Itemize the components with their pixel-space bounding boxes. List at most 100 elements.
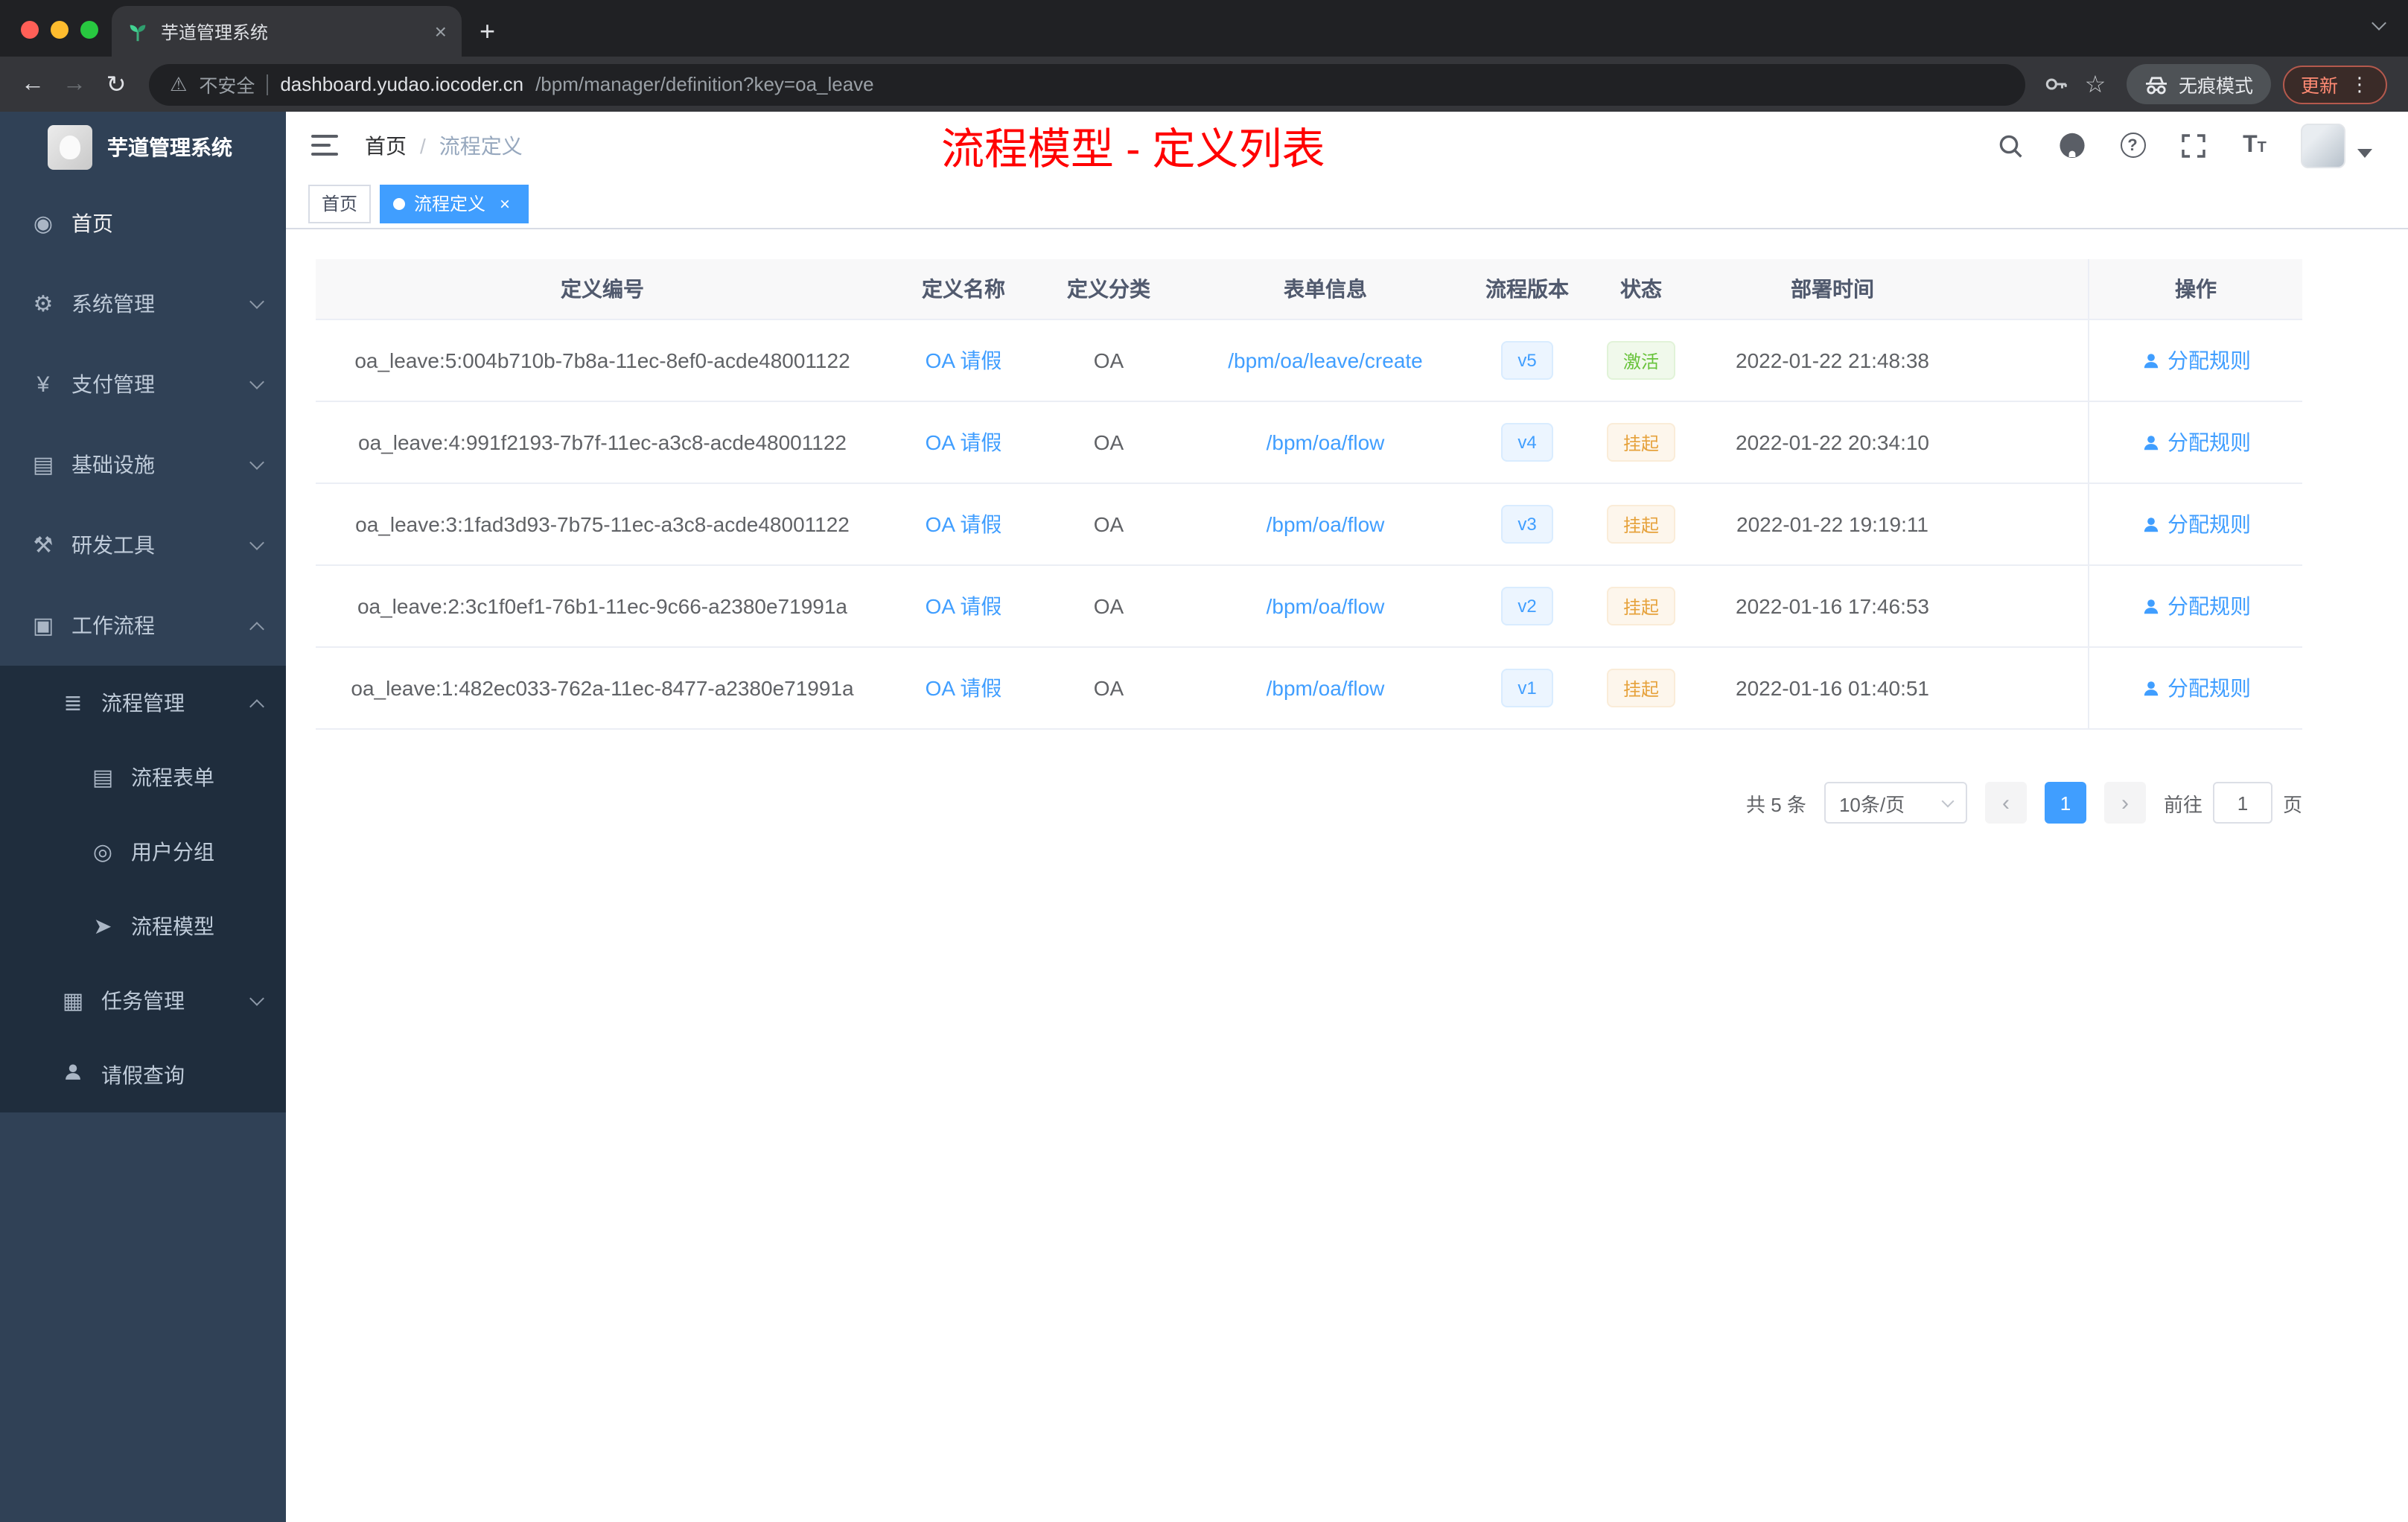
sidebar-item-label: 研发工具 [71, 533, 155, 557]
dashboard-icon: ◉ [33, 211, 54, 237]
reload-button[interactable]: ↻ [95, 63, 137, 105]
incognito-icon [2145, 76, 2167, 94]
sidebar-item[interactable]: ▣ 工作流程 [0, 585, 286, 666]
sidebar-item[interactable]: ▤ 基础设施 [0, 424, 286, 505]
user-icon [2143, 353, 2158, 368]
cell-filler [1966, 648, 2088, 728]
page-annotation: 流程模型 - 定义列表 [941, 126, 1325, 173]
assign-rule-link[interactable]: 分配规则 [2141, 591, 2251, 621]
tag-label: 首页 [322, 194, 358, 214]
sidebar-item-label: 用户分组 [131, 840, 214, 864]
pagination-total: 共 5 条 [1746, 793, 1806, 815]
browser-tab[interactable]: 芋道管理系统 × [112, 6, 462, 57]
tag-流程定义[interactable]: 流程定义 × [380, 184, 529, 223]
user-menu[interactable] [2301, 123, 2372, 168]
cell-action: 分配规则 [2088, 484, 2302, 564]
sidebar-item[interactable]: ⚙ 系统管理 [0, 264, 286, 344]
page-size-select[interactable]: 10条/页 [1823, 782, 1967, 824]
column-header: 操作 [2088, 259, 2302, 319]
sidebar-item[interactable]: ◎ 用户分组 [0, 815, 286, 889]
goto-page-input[interactable] [2212, 782, 2272, 824]
sidebar-item[interactable]: ➤ 流程模型 [0, 889, 286, 964]
definition-name-link[interactable]: OA 请假 [926, 591, 1002, 621]
form-link[interactable]: /bpm/oa/flow [1267, 676, 1385, 700]
browser-update-button[interactable]: 更新 ⋮ [2282, 65, 2387, 104]
status-tag: 激活 [1606, 341, 1675, 380]
hamburger-icon[interactable] [308, 129, 341, 162]
user-icon [2143, 517, 2158, 532]
cell-action: 分配规则 [2088, 320, 2302, 401]
back-button[interactable]: ← [12, 63, 54, 105]
user-icon [66, 1064, 80, 1080]
tab-close-icon[interactable]: × [435, 19, 447, 43]
cell-form: /bpm/oa/flow [1179, 484, 1471, 564]
chevron-up-icon [249, 621, 264, 636]
chevron-down-icon [249, 991, 264, 1006]
github-icon[interactable] [2057, 130, 2086, 160]
users-icon: ◎ [92, 840, 113, 865]
cell-category: OA [1093, 676, 1124, 700]
form-link[interactable]: /bpm/oa/flow [1267, 594, 1385, 618]
assign-rule-link[interactable]: 分配规则 [2141, 509, 2251, 539]
user-icon [2143, 681, 2158, 695]
sidebar-item-label: 流程表单 [131, 765, 214, 789]
next-page-button[interactable]: › [2103, 782, 2146, 824]
breadcrumb-home[interactable]: 首页 [365, 130, 407, 160]
form-link[interactable]: /bpm/oa/flow [1267, 512, 1385, 536]
font-size-icon[interactable]: TT [2240, 130, 2270, 160]
person-icon [60, 1062, 86, 1089]
column-header: 状态 [1620, 277, 1662, 301]
address-bar[interactable]: ⚠ 不安全 dashboard.yudao.iocoder.cn/bpm/man… [149, 63, 2025, 105]
tag-首页[interactable]: 首页 [308, 184, 372, 223]
user-avatar[interactable] [2301, 123, 2345, 168]
definition-name-link[interactable]: OA 请假 [926, 346, 1002, 375]
assign-rule-link[interactable]: 分配规则 [2141, 346, 2251, 375]
close-icon[interactable]: × [494, 193, 515, 214]
breadcrumb-current: 流程定义 [439, 133, 523, 157]
sidebar-item[interactable]: ⚒ 研发工具 [0, 505, 286, 585]
tab-search-chevron-icon[interactable] [2372, 9, 2386, 36]
fullscreen-icon[interactable] [2179, 130, 2208, 160]
sidebar-item[interactable]: ≣ 流程管理 [0, 666, 286, 740]
sidebar-item-label: 请假查询 [101, 1063, 185, 1087]
cell-status: 挂起 [1583, 402, 1699, 483]
form-link[interactable]: /bpm/oa/flow [1267, 430, 1385, 454]
definition-name-link[interactable]: OA 请假 [926, 673, 1002, 703]
browser-toolbar: ← → ↻ ⚠ 不安全 dashboard.yudao.iocoder.cn/b… [0, 57, 2408, 112]
page-unit-label: 页 [2282, 793, 2302, 815]
cell-status: 挂起 [1583, 648, 1699, 728]
password-key-icon[interactable] [2037, 65, 2076, 104]
forward-button[interactable]: → [54, 63, 95, 105]
help-icon[interactable]: ? [2118, 130, 2147, 160]
window-close-button[interactable] [21, 21, 39, 39]
browser-menu-icon[interactable]: ⋮ [2350, 72, 2369, 96]
chevron-down-icon [249, 375, 264, 389]
new-tab-button[interactable]: + [480, 18, 495, 45]
cell-definition-name: OA 请假 [889, 648, 1038, 728]
assign-rule-link[interactable]: 分配规则 [2141, 427, 2251, 457]
cell-definition-name: OA 请假 [889, 566, 1038, 646]
prev-page-button[interactable]: ‹ [1984, 782, 2027, 824]
definition-name-link[interactable]: OA 请假 [926, 427, 1002, 457]
sidebar-item[interactable]: ▤ 流程表单 [0, 740, 286, 815]
cell-action: 分配规则 [2088, 566, 2302, 646]
sidebar-item[interactable]: 请假查询 [0, 1038, 286, 1112]
sidebar-item[interactable]: ▦ 任务管理 [0, 964, 286, 1038]
form-link[interactable]: /bpm/oa/leave/create [1228, 348, 1423, 372]
sidebar-item[interactable]: ◉ 首页 [0, 183, 286, 264]
favicon-seedling-icon [130, 24, 146, 41]
cell-version: v2 [1471, 566, 1583, 646]
assign-rule-link[interactable]: 分配规则 [2141, 673, 2251, 703]
workflow-icon: ▣ [32, 614, 54, 639]
definition-name-link[interactable]: OA 请假 [926, 509, 1002, 539]
window-minimize-button[interactable] [51, 21, 69, 39]
active-tag-dot [393, 197, 406, 209]
window-zoom-button[interactable] [80, 21, 98, 39]
bookmark-star-icon[interactable]: ☆ [2076, 65, 2115, 104]
search-icon[interactable] [1995, 130, 2025, 160]
current-page-button[interactable]: 1 [2044, 782, 2086, 824]
header-actions: ? TT [1995, 123, 2372, 168]
chevron-down-icon [249, 455, 264, 470]
definitions-table: 定义编号 定义名称 定义分类 表单信息 流程版本 状态 部署时间 操作 oa_leave:5:… [316, 259, 2302, 730]
sidebar-item[interactable]: ¥ 支付管理 [0, 344, 286, 424]
